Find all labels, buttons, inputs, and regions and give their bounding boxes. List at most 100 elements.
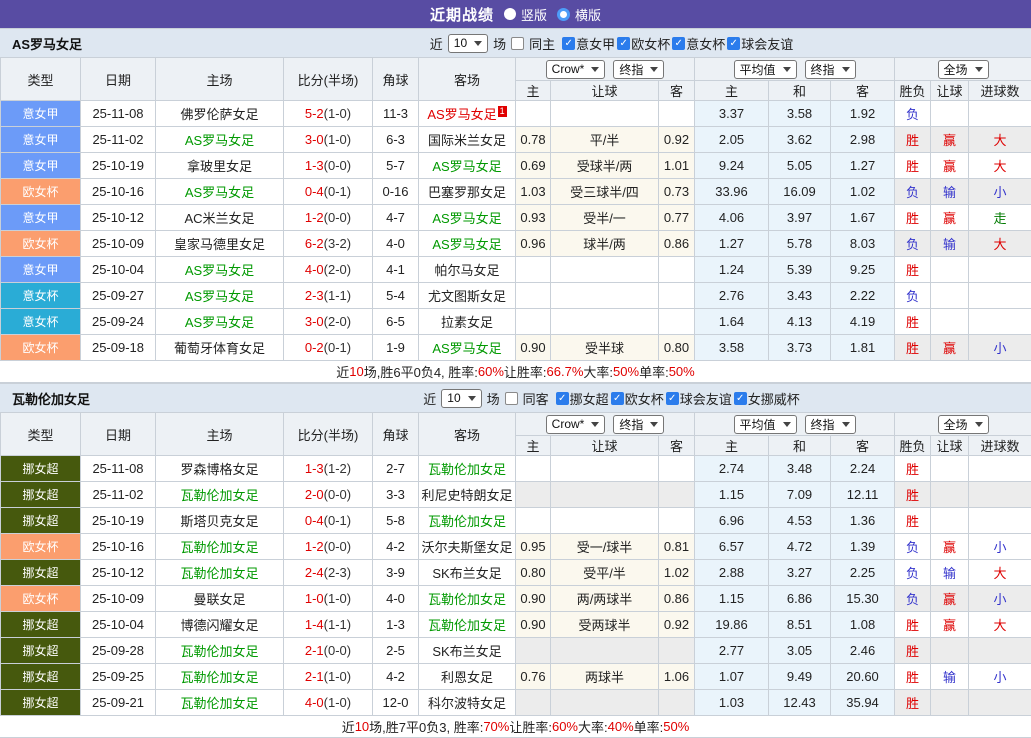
home-team-name: 瓦勒伦加女足 [180, 566, 258, 581]
result-cell: 胜 [895, 638, 931, 664]
table-row: 欧女杯25-10-16AS罗马女足0-4(0-1)0-16巴塞罗那女足1.03受… [1, 179, 1031, 205]
home-team-cell: AS罗马女足 [156, 309, 284, 335]
avg-stage-select[interactable]: 终指 [805, 60, 856, 79]
avg-away-cell: 1.92 [831, 101, 895, 127]
away-team-cell: 瓦勒伦加女足 [419, 508, 516, 534]
avg-select[interactable]: 平均值 [734, 60, 797, 79]
team-name-1: 瓦勒伦加女足 [0, 389, 192, 408]
league-checkbox[interactable]: ✓ [562, 37, 575, 50]
avg-home-cell: 1.07 [695, 664, 769, 690]
away-team-cell: SK布兰女足 [419, 560, 516, 586]
same-venue-checkbox[interactable] [511, 37, 524, 50]
avg-draw-cell: 3.48 [769, 456, 831, 482]
away-team-cell: AS罗马女足1 [419, 101, 516, 127]
goals-result-cell [969, 508, 1031, 534]
score-cell: 2-1(0-0) [284, 638, 373, 664]
away-team-name: AS罗马女足 [432, 159, 501, 174]
bookmaker-select[interactable]: Crow* [546, 60, 606, 79]
bookmaker-select[interactable]: Crow* [546, 415, 606, 434]
avg-stage-select[interactable]: 终指 [805, 415, 856, 434]
handicap-result-cell: 输 [931, 560, 969, 586]
result-cell: 胜 [895, 456, 931, 482]
col-goals: 进球数 [969, 436, 1031, 456]
odds-away-cell [659, 638, 695, 664]
league-checkbox[interactable]: ✓ [727, 37, 740, 50]
halftime-score: (1-0) [324, 591, 351, 606]
odds-stage-select[interactable]: 终指 [613, 60, 664, 79]
layout-option-vertical[interactable]: 竖版 [504, 5, 547, 24]
fulltime-score: 1-2 [305, 210, 324, 225]
recent-count-select[interactable]: 10 [448, 34, 488, 53]
table-row: 欧女杯25-09-18葡萄牙体育女足0-2(0-1)1-9AS罗马女足0.90受… [1, 335, 1031, 361]
odds-stage-select[interactable]: 终指 [613, 415, 664, 434]
summary-part: 50% [613, 364, 639, 379]
odds-away-cell: 0.92 [659, 127, 695, 153]
home-team-cell: 拿玻里女足 [156, 153, 284, 179]
fulltime-score: 6-2 [305, 236, 324, 251]
league-badge: 意女甲 [1, 101, 81, 127]
avg-home-cell: 1.24 [695, 257, 769, 283]
avg-home-cell: 2.76 [695, 283, 769, 309]
summary-part: 40% [608, 719, 634, 734]
summary-part: 单率: [639, 362, 669, 381]
halftime-score: (0-0) [324, 539, 351, 554]
league-checkbox[interactable]: ✓ [734, 392, 747, 405]
page-title: 近期战绩 [430, 4, 494, 25]
score-cell: 2-3(1-1) [284, 283, 373, 309]
avg-away-cell: 12.11 [831, 482, 895, 508]
league-filter-label: 球会友谊 [680, 389, 732, 408]
avg-select[interactable]: 平均值 [734, 415, 797, 434]
halftime-score: (2-3) [324, 565, 351, 580]
league-checkbox[interactable]: ✓ [672, 37, 685, 50]
same-venue-checkbox[interactable] [505, 392, 518, 405]
league-filters-0: ✓意女甲✓欧女杯✓意女杯✓球会友谊 [560, 34, 793, 53]
handicap-cell [551, 456, 659, 482]
scope-select[interactable]: 全场 [938, 415, 989, 434]
col-away: 客场 [419, 58, 516, 101]
radio-selected-icon[interactable] [557, 8, 570, 21]
goals-result-cell: 小 [969, 179, 1031, 205]
odds-home-cell: 0.90 [516, 335, 551, 361]
league-checkbox[interactable]: ✓ [617, 37, 630, 50]
league-badge: 挪女超 [1, 508, 81, 534]
table-row: 挪女超25-11-02瓦勒伦加女足2-0(0-0)3-3利尼史特朗女足1.157… [1, 482, 1031, 508]
layout-option-horizontal[interactable]: 横版 [557, 5, 601, 24]
avg-home-cell: 1.27 [695, 231, 769, 257]
league-checkbox[interactable]: ✓ [666, 392, 679, 405]
date-cell: 25-09-25 [81, 664, 156, 690]
halftime-score: (1-1) [324, 617, 351, 632]
score-cell: 0-4(0-1) [284, 179, 373, 205]
league-badge: 挪女超 [1, 638, 81, 664]
away-team-name: 帕尔马女足 [434, 263, 499, 278]
filters-1: 近 10 场 同客 ✓挪女超✓欧女杯✓球会友谊✓女挪威杯 [192, 389, 1031, 408]
chevron-down-icon [842, 67, 850, 72]
league-badge: 欧女杯 [1, 335, 81, 361]
same-venue-label: 同客 [523, 389, 549, 408]
score-cell: 6-2(3-2) [284, 231, 373, 257]
home-team-name: 瓦勒伦加女足 [180, 670, 258, 685]
scope-select[interactable]: 全场 [938, 60, 989, 79]
avg-draw-cell: 4.72 [769, 534, 831, 560]
chevron-down-icon [591, 422, 599, 427]
odds-away-cell [659, 482, 695, 508]
home-team-name: 瓦勒伦加女足 [180, 540, 258, 555]
halftime-score: (0-1) [324, 340, 351, 355]
league-checkbox[interactable]: ✓ [611, 392, 624, 405]
table-row: 意女杯25-09-27AS罗马女足2-3(1-1)5-4尤文图斯女足2.763.… [1, 283, 1031, 309]
league-badge: 挪女超 [1, 456, 81, 482]
league-badge: 挪女超 [1, 664, 81, 690]
league-checkbox[interactable]: ✓ [556, 392, 569, 405]
home-team-name: 佛罗伦萨女足 [180, 107, 258, 122]
away-team-name: 瓦勒伦加女足 [428, 514, 506, 529]
avg-draw-cell: 3.05 [769, 638, 831, 664]
recent-count-select[interactable]: 10 [441, 389, 481, 408]
home-team-cell: 葡萄牙体育女足 [156, 335, 284, 361]
result-cell: 负 [895, 534, 931, 560]
handicap-cell: 受半/一 [551, 205, 659, 231]
home-team-name: AC米兰女足 [184, 211, 254, 226]
away-team-cell: AS罗马女足 [419, 335, 516, 361]
handicap-result-cell: 赢 [931, 534, 969, 560]
radio-icon[interactable] [504, 8, 516, 20]
summary-part: 大率: [583, 362, 613, 381]
handicap-result-cell: 赢 [931, 335, 969, 361]
